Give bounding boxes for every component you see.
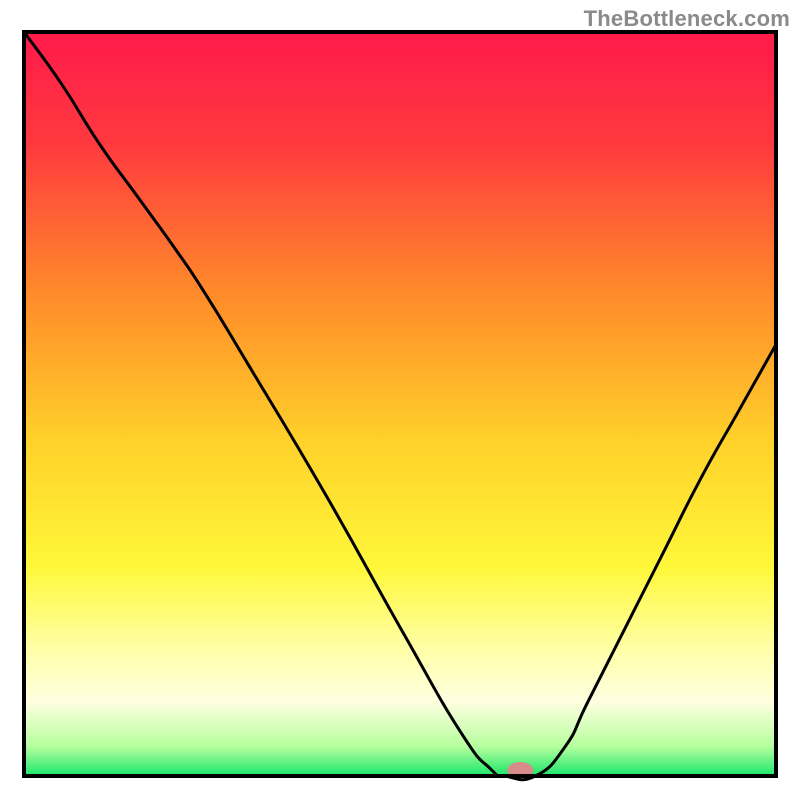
chart-container: TheBottleneck.com: [0, 0, 800, 800]
watermark-label: TheBottleneck.com: [584, 6, 790, 32]
plot-background: [24, 32, 776, 776]
bottleneck-chart: [0, 0, 800, 800]
